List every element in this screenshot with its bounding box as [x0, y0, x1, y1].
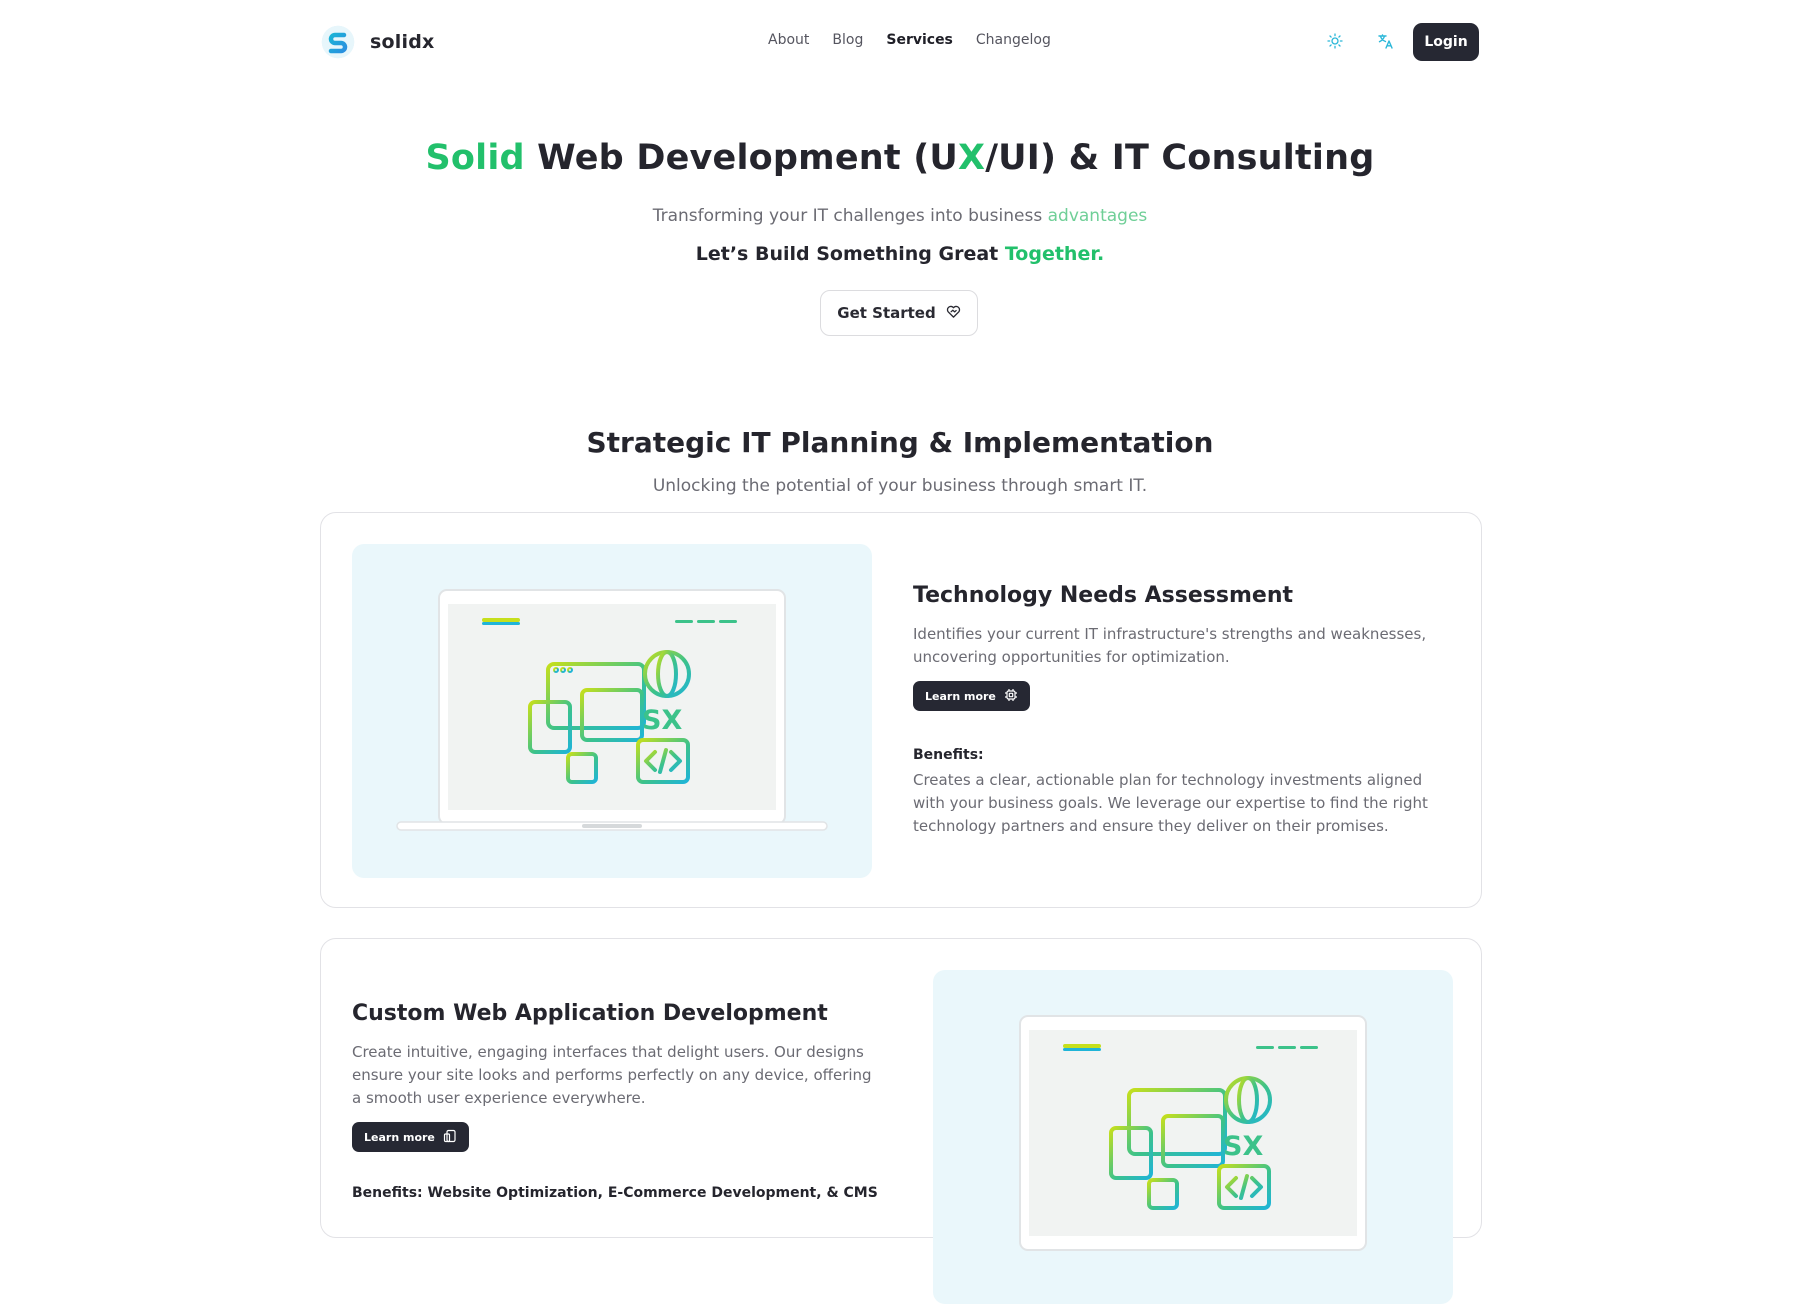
brand[interactable]: solidx — [320, 22, 434, 62]
cpu-icon — [1004, 688, 1018, 705]
benefits-label: Benefits: Website Optimization, E-Commer… — [352, 1185, 878, 1201]
devices-icon — [443, 1129, 457, 1146]
hero-tagline-accent: Together. — [1004, 243, 1105, 265]
learn-more-label: Learn more — [925, 689, 996, 703]
hero-title-x: X — [958, 138, 986, 178]
translate-icon[interactable] — [1374, 30, 1396, 52]
hero-title-end: /UI) & IT Consulting — [985, 138, 1375, 178]
illustration-sx-text: SX — [1223, 1131, 1263, 1162]
hero-title: Solid Web Development (UX/UI) & IT Consu… — [0, 138, 1800, 178]
hero-tagline: Let’s Build Something Great Together. — [0, 243, 1800, 265]
hero-tagline-text: Let’s Build Something Great — [695, 243, 1005, 265]
service-illustration: SX — [352, 544, 872, 878]
main-nav: About Blog Services Changelog — [768, 32, 1051, 48]
heart-handshake-icon — [946, 304, 961, 323]
learn-more-button[interactable]: Learn more — [352, 1122, 469, 1152]
card-title: Custom Web Application Development — [352, 1001, 828, 1026]
learn-more-button[interactable]: Learn more — [913, 681, 1030, 711]
hero-title-solid: Solid — [425, 138, 525, 178]
solidx-logo-icon — [320, 22, 356, 62]
service-card-technology-needs: SX Technology Needs Assessment Identifie… — [320, 512, 1482, 908]
hero-subtitle-accent: advantages — [1047, 206, 1148, 226]
nav-blog[interactable]: Blog — [832, 32, 863, 48]
get-started-label: Get Started — [837, 304, 936, 322]
hero-title-mid: Web Development (U — [524, 138, 959, 178]
benefits-label: Benefits: — [913, 747, 984, 763]
get-started-button[interactable]: Get Started — [820, 290, 978, 336]
sun-icon[interactable] — [1324, 30, 1346, 52]
nav-about[interactable]: About — [768, 32, 809, 48]
card-title: Technology Needs Assessment — [913, 583, 1293, 608]
site-header: solidx About Blog Services Changelog Log… — [0, 0, 1800, 84]
section-subtitle: Unlocking the potential of your business… — [652, 476, 1148, 496]
learn-more-label: Learn more — [364, 1130, 435, 1144]
nav-services[interactable]: Services — [886, 32, 953, 48]
card-description: Identifies your current IT infrastructur… — [913, 625, 1427, 666]
hero-subtitle: Transforming your IT challenges into bus… — [0, 206, 1800, 226]
service-illustration: SX — [933, 970, 1453, 1304]
login-button[interactable]: Login — [1413, 23, 1479, 61]
brand-name: solidx — [370, 31, 435, 53]
illustration-sx-text: SX — [642, 705, 682, 736]
benefits-text: Creates a clear, actionable plan for tec… — [913, 771, 1428, 835]
nav-changelog[interactable]: Changelog — [976, 32, 1051, 48]
hero-subtitle-text: Transforming your IT challenges into bus… — [652, 206, 1048, 226]
card-description: Create intuitive, engaging interfaces th… — [352, 1043, 872, 1107]
service-card-web-app: Custom Web Application Development Creat… — [320, 938, 1482, 1304]
section-title: Strategic IT Planning & Implementation — [586, 426, 1214, 459]
